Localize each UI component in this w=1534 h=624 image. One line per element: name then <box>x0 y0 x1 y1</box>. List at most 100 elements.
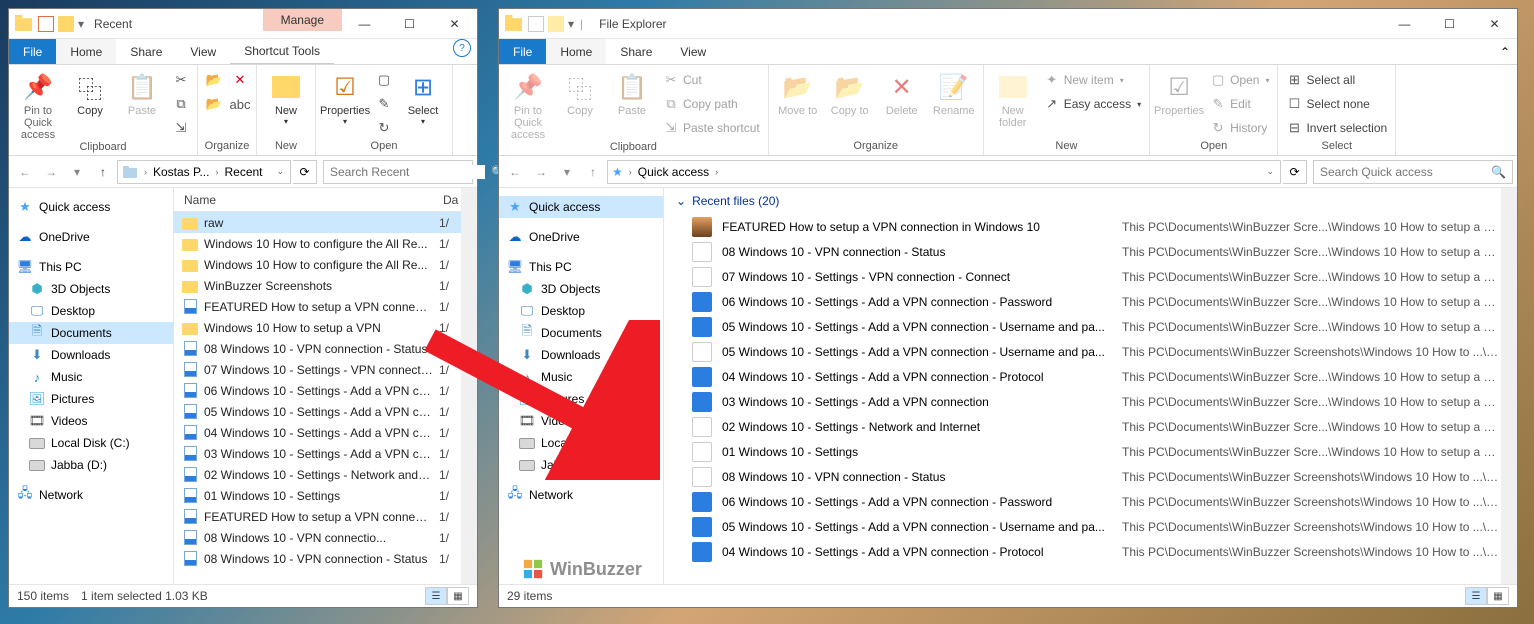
new-folder-button[interactable]: New folder <box>988 67 1038 129</box>
file-row[interactable]: 06 Windows 10 - Settings - Add a VPN co.… <box>174 380 461 401</box>
history-button[interactable]: ↻History <box>1206 117 1273 139</box>
search-box[interactable]: 🔍 <box>1313 160 1513 184</box>
pin-button[interactable]: 📌Pin to Quick access <box>503 67 553 141</box>
titlebar[interactable]: ▾ Recent Manage — ☐ ✕ <box>9 9 477 39</box>
close-button[interactable]: ✕ <box>1472 9 1517 39</box>
recent-file-row[interactable]: 08 Windows 10 - VPN connection - StatusT… <box>664 464 1501 489</box>
recent-file-row[interactable]: 06 Windows 10 - Settings - Add a VPN con… <box>664 489 1501 514</box>
tab-home[interactable]: Home <box>546 39 606 64</box>
sidebar-item[interactable]: 🖧Network <box>499 484 663 506</box>
file-row[interactable]: raw1/ <box>174 212 461 233</box>
sidebar-item[interactable]: ⬇Downloads <box>9 344 173 366</box>
sidebar-item[interactable]: 🎞Videos <box>9 410 173 432</box>
refresh-button[interactable]: ⟳ <box>293 160 317 184</box>
back-button[interactable]: ← <box>13 160 37 184</box>
file-list-pane[interactable]: Name Da raw1/Windows 10 How to configure… <box>174 188 461 584</box>
tab-home[interactable]: Home <box>56 39 116 64</box>
paste-shortcut-button[interactable]: ⇲ <box>169 117 193 139</box>
tab-share[interactable]: Share <box>116 39 176 64</box>
tab-file[interactable]: File <box>499 39 546 64</box>
sidebar-item[interactable]: Jabba (D:) <box>499 454 663 476</box>
recent-locations-button[interactable]: ▾ <box>65 160 89 184</box>
sidebar-item[interactable]: ★Quick access <box>9 196 173 218</box>
scrollbar-vertical[interactable] <box>461 188 477 584</box>
qat-chevron-icon[interactable]: ▾ <box>568 17 574 31</box>
sidebar-item[interactable]: 🖼Pictures <box>9 388 173 410</box>
recent-file-row[interactable]: 04 Windows 10 - Settings - Add a VPN con… <box>664 364 1501 389</box>
file-row[interactable]: 08 Windows 10 - VPN connection - Status1… <box>174 338 461 359</box>
navigation-pane[interactable]: ★Quick access☁OneDrive🖥This PC⬢3D Object… <box>499 188 664 584</box>
recent-file-row[interactable]: 05 Windows 10 - Settings - Add a VPN con… <box>664 514 1501 539</box>
sidebar-item[interactable]: ☁OneDrive <box>499 226 663 248</box>
close-button[interactable]: ✕ <box>432 9 477 39</box>
sidebar-item[interactable]: 🖵Desktop <box>9 300 173 322</box>
sidebar-item[interactable]: 🗎Documents <box>9 322 173 344</box>
navigation-pane[interactable]: ★Quick access☁OneDrive🖥This PC⬢3D Object… <box>9 188 174 584</box>
recent-file-row[interactable]: 07 Windows 10 - Settings - VPN connectio… <box>664 264 1501 289</box>
sidebar-item[interactable]: 🖼Pictures <box>499 388 663 410</box>
recent-files-pane[interactable]: ⌄Recent files (20) FEATURED How to setup… <box>664 188 1501 584</box>
recent-file-row[interactable]: 05 Windows 10 - Settings - Add a VPN con… <box>664 339 1501 364</box>
tab-file[interactable]: File <box>9 39 56 64</box>
recent-file-row[interactable]: 02 Windows 10 - Settings - Network and I… <box>664 414 1501 439</box>
sidebar-item[interactable]: Jabba (D:) <box>9 454 173 476</box>
qat-props-icon[interactable] <box>38 16 54 32</box>
new-item-button[interactable]: ✦New item▾ <box>1040 69 1145 91</box>
chevron-right-icon[interactable]: › <box>142 167 149 177</box>
file-row[interactable]: 08 Windows 10 - VPN connection - Status1… <box>174 548 461 569</box>
copy-button[interactable]: ⿻Copy <box>555 67 605 117</box>
file-row[interactable]: Windows 10 How to configure the All Re..… <box>174 254 461 275</box>
edit-button[interactable]: ✎ <box>372 93 396 115</box>
titlebar[interactable]: ▾ | File Explorer — ☐ ✕ <box>499 9 1517 39</box>
file-row[interactable]: Windows 10 How to configure the All Re..… <box>174 233 461 254</box>
search-input[interactable] <box>1320 165 1485 179</box>
new-button[interactable]: New▾ <box>261 67 311 126</box>
file-row[interactable]: 08 Windows 10 - VPN connectio...1/ <box>174 527 461 548</box>
chevron-down-icon[interactable]: ⌄ <box>274 166 286 177</box>
pin-button[interactable]: 📌Pin to Quick access <box>13 67 63 141</box>
move-to-button[interactable]: 📂 <box>202 69 226 91</box>
sidebar-item[interactable]: ♪Music <box>9 366 173 388</box>
sidebar-item[interactable]: 🗎Documents <box>499 322 663 344</box>
sidebar-item[interactable]: 🎞Videos <box>499 410 663 432</box>
delete-button[interactable]: ✕Delete <box>877 67 927 117</box>
search-box[interactable]: 🔍 <box>323 160 473 184</box>
recent-file-row[interactable]: 04 Windows 10 - Settings - Add a VPN con… <box>664 539 1501 564</box>
rename-button[interactable]: 📝Rename <box>929 67 979 117</box>
copy-to-button[interactable]: 📂 <box>202 93 226 115</box>
sidebar-item[interactable]: 🖧Network <box>9 484 173 506</box>
qat-new-icon[interactable] <box>58 16 74 32</box>
chevron-right-icon[interactable]: › <box>213 167 220 177</box>
qat-props-icon[interactable] <box>528 16 544 32</box>
forward-button[interactable]: → <box>529 160 553 184</box>
paste-shortcut-button[interactable]: ⇲Paste shortcut <box>659 117 764 139</box>
column-name[interactable]: Name <box>174 193 433 207</box>
select-button[interactable]: ⊞Select▾ <box>398 67 448 126</box>
sidebar-item[interactable]: Local Disk (C:) <box>9 432 173 454</box>
crumb-segment[interactable]: Quick access <box>638 165 709 179</box>
paste-button[interactable]: 📋Paste <box>117 67 167 117</box>
recent-file-row[interactable]: 01 Windows 10 - SettingsThis PC\Document… <box>664 439 1501 464</box>
crumb-segment[interactable]: Kostas P... <box>153 165 209 179</box>
up-button[interactable]: ↑ <box>91 160 115 184</box>
tab-share[interactable]: Share <box>606 39 666 64</box>
copy-path-button[interactable]: ⧉Copy path <box>659 93 764 115</box>
qat-chevron-icon[interactable]: ▾ <box>78 17 84 31</box>
sidebar-item[interactable]: ★Quick access <box>499 196 663 218</box>
edit-button[interactable]: ✎Edit <box>1206 93 1273 115</box>
copy-button[interactable]: ⿻Copy <box>65 67 115 117</box>
view-details-button[interactable]: ☰ <box>425 587 447 605</box>
file-row[interactable]: 02 Windows 10 - Settings - Network and I… <box>174 464 461 485</box>
invert-selection-button[interactable]: ⊟Invert selection <box>1282 117 1391 139</box>
chevron-right-icon[interactable]: › <box>713 167 720 177</box>
properties-button[interactable]: ☑Properties <box>1154 67 1204 117</box>
manage-contextual-tab[interactable]: Manage <box>263 9 342 31</box>
sidebar-item[interactable]: Local Disk (C:) <box>499 432 663 454</box>
sidebar-item[interactable]: 🖵Desktop <box>499 300 663 322</box>
copy-to-button[interactable]: 📂Copy to <box>825 67 875 117</box>
column-headers[interactable]: Name Da <box>174 188 461 212</box>
move-to-button[interactable]: 📂Move to <box>773 67 823 117</box>
collapse-ribbon-button[interactable]: ⌃ <box>1493 39 1517 64</box>
recent-files-header[interactable]: ⌄Recent files (20) <box>664 188 1501 214</box>
up-button[interactable]: ↑ <box>581 160 605 184</box>
